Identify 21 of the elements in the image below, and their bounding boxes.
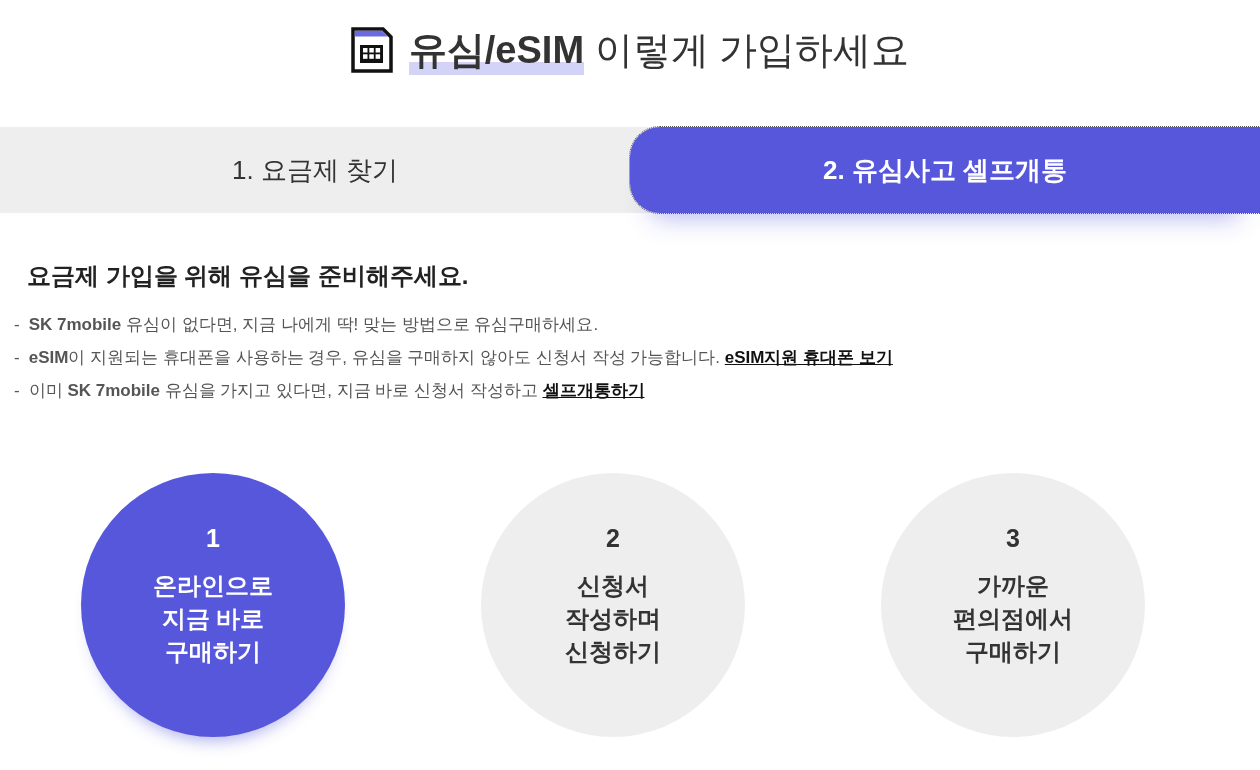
step-number: 1 <box>206 523 220 553</box>
section-heading: 요금제 가입을 위해 유심을 준비해주세요. <box>27 261 470 291</box>
step-label: 가까운 편의점에서 구매하기 <box>953 571 1073 667</box>
step-label: 신청서 작성하며 신청하기 <box>565 571 661 667</box>
list-marker: - <box>14 314 20 336</box>
tab[interactable]: 2. 유심사고 셀프개통 <box>630 127 1260 213</box>
text-link[interactable]: eSIM지원 휴대폰 보기 <box>724 348 893 367</box>
list-marker: - <box>14 380 20 402</box>
step-number: 2 <box>606 523 620 553</box>
note-text: eSIM이 지원되는 휴대폰을 사용하는 경우, 유심을 구매하지 않아도 신청서 작성 가능합니다. eSIM지원 휴대폰 보기 <box>28 347 893 369</box>
list-marker: - <box>14 347 20 369</box>
step-circle[interactable]: 2 신청서 작성하며 신청하기 <box>481 473 745 737</box>
step-circle[interactable]: 3 가까운 편의점에서 구매하기 <box>881 473 1145 737</box>
page-title: 유심/eSIM 이렇게 가입하세요 <box>408 25 910 75</box>
step-label: 온라인으로 지금 바로 구매하기 <box>153 571 273 667</box>
step-circle[interactable]: 1 온라인으로 지금 바로 구매하기 <box>81 473 345 737</box>
note-text: SK 7mobile 유심이 없다면, 지금 나에게 딱! 맞는 방법으로 유심구매하세요. <box>28 314 599 336</box>
text-link[interactable]: 셀프개통하기 <box>542 381 645 400</box>
step-number: 3 <box>1006 523 1020 553</box>
note-text: 이미 SK 7mobile 유심을 가지고 있다면, 지금 바로 신청서 작성하고 셀프개통하기 <box>28 380 645 402</box>
sim-card-icon <box>350 27 393 73</box>
